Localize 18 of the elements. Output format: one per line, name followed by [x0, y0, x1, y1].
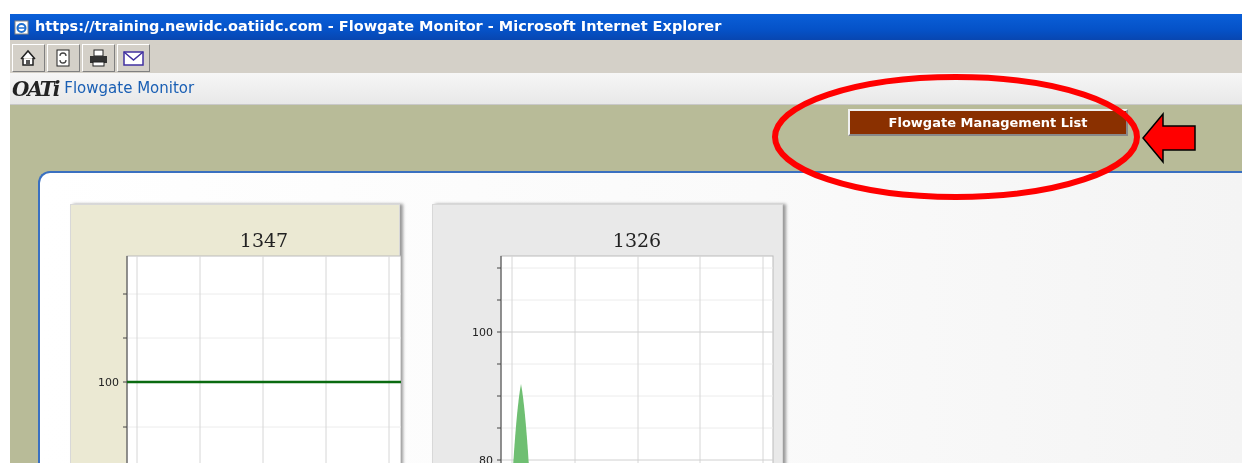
- toolbar-button[interactable]: [47, 44, 80, 72]
- toolbar-button[interactable]: [117, 44, 150, 72]
- toolbar-button[interactable]: [12, 44, 45, 72]
- toolbar-button[interactable]: [82, 44, 115, 72]
- app-title: Flowgate Monitor: [64, 78, 195, 100]
- axis-label: 100: [98, 376, 119, 389]
- logo: OATi: [12, 78, 59, 99]
- home-icon: [18, 48, 39, 68]
- pointer-arrow: [1141, 112, 1197, 164]
- printer-icon: [88, 48, 109, 68]
- browser-icon: [14, 19, 29, 35]
- chart-card[interactable]: 1347 100: [70, 204, 400, 463]
- chart-title: 1326: [612, 229, 662, 251]
- window-title: https://training.newidc.oatiidc.com - Flowgate Monitor - Microsoft Internet Explorer: [35, 17, 722, 37]
- axis-label: 100: [472, 326, 493, 339]
- chart-title: 1347: [239, 229, 289, 251]
- mail-icon: [123, 48, 144, 68]
- management-list-button[interactable]: Flowgate Management List: [848, 109, 1128, 136]
